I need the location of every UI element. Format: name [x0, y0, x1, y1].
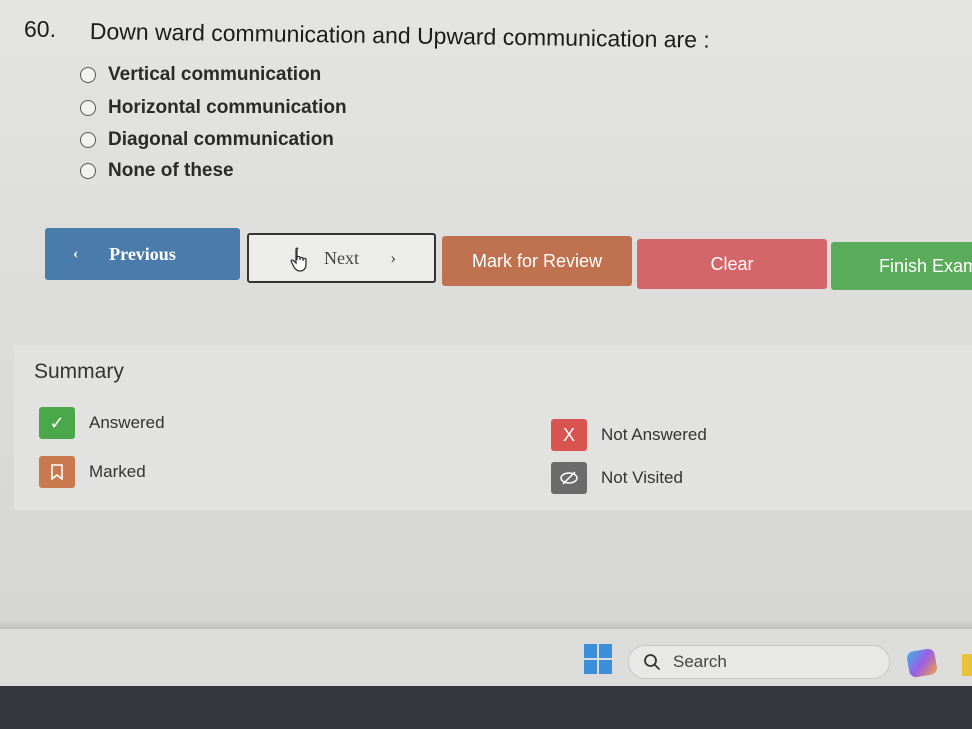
previous-label: Previous	[109, 243, 176, 264]
legend-label: Not Answered	[601, 425, 707, 444]
legend-label: Marked	[89, 462, 146, 481]
previous-button[interactable]: ‹ Previous	[45, 228, 240, 280]
legend-label: Not Visited	[601, 468, 683, 487]
chevron-left-icon: ‹	[73, 245, 79, 262]
copilot-icon[interactable]	[905, 647, 939, 679]
legend-label: Answered	[89, 413, 165, 432]
eye-slash-icon	[551, 462, 587, 494]
option-label: Horizontal communication	[108, 97, 347, 118]
search-icon	[644, 654, 661, 671]
question-number: 60.	[24, 16, 56, 42]
option-label: None of these	[108, 160, 234, 181]
monitor-bezel	[0, 686, 972, 729]
option-none[interactable]: None of these	[80, 160, 234, 182]
chevron-right-icon: ›	[390, 248, 396, 267]
radio-button[interactable]	[80, 100, 96, 116]
option-diagonal[interactable]: Diagonal communication	[80, 129, 334, 151]
bookmark-icon	[39, 456, 75, 488]
option-horizontal[interactable]: Horizontal communication	[80, 97, 347, 119]
search-label: Search	[673, 652, 727, 671]
option-label: Diagonal communication	[108, 129, 334, 150]
legend-not-answered: X Not Answered	[551, 419, 707, 451]
file-explorer-icon[interactable]	[962, 654, 972, 676]
mark-for-review-button[interactable]: Mark for Review	[442, 236, 632, 286]
check-icon: ✓	[39, 407, 75, 439]
summary-title: Summary	[34, 360, 124, 383]
legend-not-visited: Not Visited	[551, 462, 683, 494]
hand-pointer-icon	[290, 247, 307, 272]
finish-exam-button[interactable]: Finish Exam	[831, 242, 972, 290]
legend-answered: ✓ Answered	[39, 407, 165, 439]
option-label: Vertical communication	[108, 64, 322, 85]
legend-marked: Marked	[39, 456, 146, 488]
next-label: Next	[324, 247, 359, 268]
radio-button[interactable]	[80, 163, 96, 179]
windows-start-icon[interactable]	[584, 644, 612, 674]
radio-button[interactable]	[80, 67, 96, 83]
clear-button[interactable]: Clear	[637, 239, 827, 289]
next-button[interactable]: Next ›	[247, 233, 436, 283]
option-vertical[interactable]: Vertical communication	[80, 64, 321, 86]
radio-button[interactable]	[80, 132, 96, 148]
taskbar-search[interactable]: Search	[628, 645, 890, 679]
x-icon: X	[551, 419, 587, 451]
question-text: Down ward communication and Upward commu…	[89, 18, 710, 53]
